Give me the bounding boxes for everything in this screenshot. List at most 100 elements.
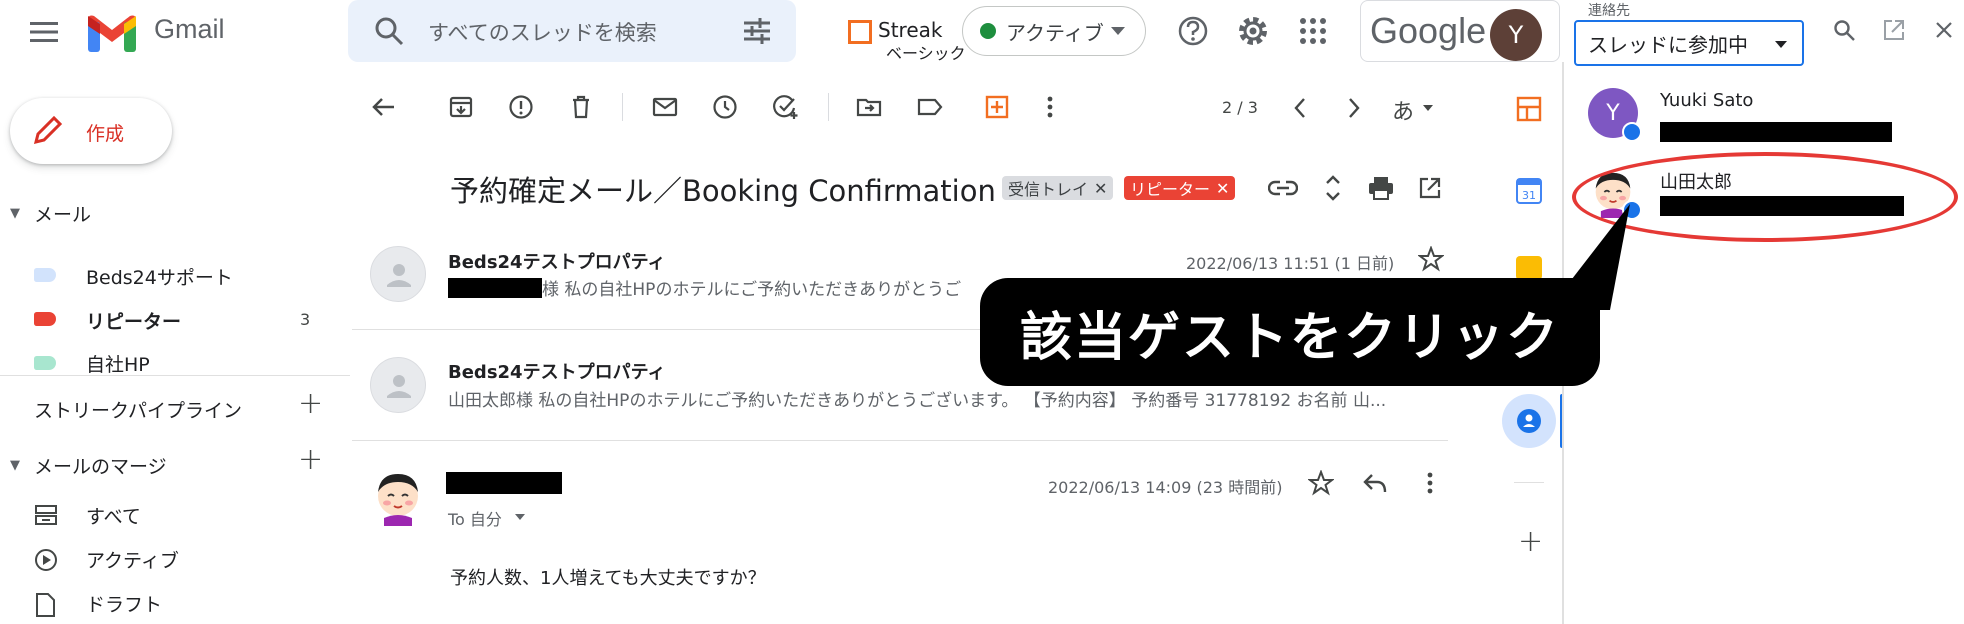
link-icon[interactable] xyxy=(1268,176,1298,200)
calendar-icon[interactable]: 31 xyxy=(1516,178,1542,204)
add-merge-icon[interactable]: + xyxy=(298,442,323,477)
input-tools-button[interactable]: あ xyxy=(1392,94,1414,126)
redacted-sender xyxy=(446,472,562,494)
mail-section-caret-icon[interactable]: ▼ xyxy=(10,206,20,221)
trash-icon[interactable] xyxy=(568,94,594,120)
chip-close-icon[interactable]: ✕ xyxy=(1216,179,1229,198)
streak-plan: ベーシック xyxy=(886,44,966,63)
streak-box-icon[interactable] xyxy=(984,94,1010,120)
gmail-logo-icon[interactable] xyxy=(86,12,138,52)
search-icon[interactable] xyxy=(372,14,406,48)
document-icon xyxy=(34,592,56,618)
older-chevron-icon[interactable] xyxy=(1346,96,1362,120)
streak-label[interactable]: Streak xyxy=(878,18,942,42)
compose-label: 作成 xyxy=(86,123,125,145)
message-body: 予約人数、1人増えても大丈夫ですか？ xyxy=(450,568,766,589)
repeater-label-chip[interactable]: リピーター ✕ xyxy=(1124,176,1236,200)
mark-unread-icon[interactable] xyxy=(652,94,678,120)
message-snippet[interactable]: 山田太郎様 私の自社HPのホテルにご予約いただきありがとうございます。 【予約内… xyxy=(448,386,1440,411)
close-icon[interactable] xyxy=(1934,20,1954,40)
keep-icon[interactable] xyxy=(1516,256,1542,280)
sidebar-item-own-hp[interactable]: 自社HP xyxy=(86,350,150,377)
message-date: 2022/06/13 14:09 (23 時間前) xyxy=(1048,478,1283,497)
streak-pipeline-title[interactable]: ストリークパイプライン xyxy=(34,396,242,423)
sidebar-item-repeater[interactable]: リピーター xyxy=(86,307,181,334)
annotation-callout: 該当ゲストをクリック xyxy=(980,278,1600,386)
newer-chevron-icon[interactable] xyxy=(1292,96,1308,120)
message-sender[interactable]: Beds24テストプロパティ xyxy=(448,358,666,384)
rail-divider xyxy=(1514,482,1544,483)
message-date: 2022/06/13 11:51 (1 日前) xyxy=(1186,254,1395,273)
merge-item-active[interactable]: アクティブ xyxy=(86,546,179,573)
inbox-stack-icon xyxy=(34,504,58,526)
open-contacts-new-tab-icon[interactable] xyxy=(1882,18,1906,42)
account-avatar[interactable]: Y xyxy=(1490,9,1542,61)
more-vertical-icon[interactable] xyxy=(1044,94,1056,120)
move-to-icon[interactable] xyxy=(856,94,882,120)
mail-section-title[interactable]: メール xyxy=(34,200,91,227)
contacts-icon[interactable] xyxy=(1516,408,1542,434)
status-label: アクティブ xyxy=(1006,21,1104,45)
guest-avatar xyxy=(370,466,426,526)
report-spam-icon[interactable] xyxy=(508,94,534,120)
snooze-clock-icon[interactable] xyxy=(712,94,738,120)
chip-close-icon[interactable]: ✕ xyxy=(1094,179,1107,198)
page-indicator: 2 / 3 xyxy=(1222,98,1258,117)
toolbar-divider xyxy=(622,93,623,121)
help-icon[interactable] xyxy=(1176,14,1210,48)
svg-text:31: 31 xyxy=(1522,189,1536,202)
message-snippet[interactable]: 様 私の自社HPのホテルにご予約いただきありがとうご xyxy=(542,275,992,300)
streak-logo-icon[interactable] xyxy=(848,20,872,44)
expand-all-icon[interactable] xyxy=(1324,174,1342,202)
add-pipeline-icon[interactable]: + xyxy=(298,386,323,421)
label-tag-icon xyxy=(34,268,56,282)
back-arrow-icon[interactable] xyxy=(370,94,396,120)
thread-filter-label: スレッドに参加中 xyxy=(1588,33,1748,57)
chip-label: リピーター xyxy=(1130,180,1211,199)
search-options-icon[interactable] xyxy=(740,14,774,48)
add-addon-icon[interactable]: + xyxy=(1518,524,1543,559)
app-name: Gmail xyxy=(154,14,225,44)
mail-merge-title[interactable]: メールのマージ xyxy=(34,452,167,479)
sidebar-item-beds24[interactable]: Beds24サポート xyxy=(86,263,233,290)
gear-icon[interactable] xyxy=(1236,14,1270,48)
main-menu-icon[interactable] xyxy=(24,12,64,52)
recipient-line[interactable]: To 自分 xyxy=(448,506,502,530)
reply-icon[interactable] xyxy=(1362,472,1388,494)
sidebar-divider xyxy=(0,375,350,376)
apps-grid-icon[interactable] xyxy=(1296,14,1330,48)
redacted-name xyxy=(448,278,542,298)
open-new-window-icon[interactable] xyxy=(1418,176,1442,200)
star-icon[interactable] xyxy=(1418,246,1444,272)
chevron-down-icon[interactable] xyxy=(514,513,526,521)
contacts-search-icon[interactable] xyxy=(1832,18,1856,42)
chevron-down-icon[interactable] xyxy=(1422,104,1434,112)
star-icon[interactable] xyxy=(1308,470,1334,496)
message-divider xyxy=(352,440,1448,441)
pencil-icon xyxy=(30,114,64,148)
streak-panel-icon[interactable] xyxy=(1516,96,1542,122)
more-vertical-icon[interactable] xyxy=(1424,470,1436,496)
top-bar: Gmail すべてのスレッドを検索 Streak ベーシック アクティブ Goo… xyxy=(0,0,1568,63)
add-task-icon[interactable] xyxy=(772,94,800,120)
sender-avatar xyxy=(370,246,426,302)
inbox-label-chip[interactable]: 受信トレイ ✕ xyxy=(1002,176,1114,200)
unread-count: 3 xyxy=(300,310,311,329)
chevron-down-icon xyxy=(1110,26,1126,36)
merge-item-draft[interactable]: ドラフト xyxy=(86,590,162,617)
redacted-email xyxy=(1660,122,1892,142)
thread-subject: 予約確定メール／Booking Confirmation xyxy=(450,174,996,208)
archive-icon[interactable] xyxy=(448,94,474,120)
play-circle-icon xyxy=(34,548,58,572)
label-icon[interactable] xyxy=(916,94,944,120)
mail-merge-caret-icon[interactable]: ▼ xyxy=(10,458,20,473)
label-tag-icon xyxy=(34,312,56,326)
message-sender[interactable]: Beds24テストプロパティ xyxy=(448,248,666,274)
workspace-badge-icon xyxy=(1622,122,1642,142)
merge-item-all[interactable]: すべて xyxy=(86,502,141,529)
contacts-panel-title: 連絡先 xyxy=(1588,3,1630,19)
search-input[interactable]: すべてのスレッドを検索 xyxy=(428,17,657,47)
print-icon[interactable] xyxy=(1368,176,1394,200)
contact-name[interactable]: Yuuki Sato xyxy=(1660,90,1753,111)
chevron-down-icon xyxy=(1774,40,1788,49)
